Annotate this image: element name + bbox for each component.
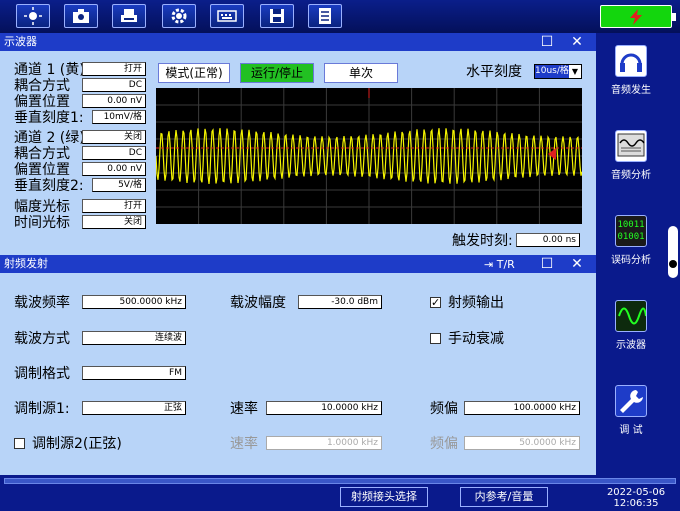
- dev1-field[interactable]: 100.0000 kHz: [464, 401, 580, 415]
- sidebar-item-audio-analysis[interactable]: 音频分析: [600, 130, 662, 181]
- coupling1-label: 耦合方式: [14, 78, 70, 94]
- rf-output-checkbox[interactable]: ✓: [430, 297, 441, 308]
- rf-output-label: 射频输出: [448, 295, 504, 311]
- sidebar-label-bit-error: 误码分析: [611, 255, 651, 266]
- amp-cursor-label: 幅度光标: [14, 199, 70, 215]
- vscale2-field[interactable]: 5V/格: [92, 178, 146, 192]
- dev1-label: 频偏: [430, 401, 458, 417]
- trigger-field[interactable]: 0.00 ns: [516, 233, 580, 247]
- offset1-field[interactable]: 0.00 nV: [82, 94, 146, 108]
- carrier-amp-label: 载波幅度: [230, 295, 286, 311]
- headphones-icon: [615, 45, 647, 77]
- tr-label: T/R: [496, 258, 515, 271]
- single-button[interactable]: 单次: [324, 63, 398, 83]
- oscilloscope-icon: [615, 300, 647, 332]
- mod-src1-label: 调制源1:: [14, 401, 70, 417]
- sidebar-item-bit-error[interactable]: 10011 01001 误码分析: [600, 215, 662, 266]
- sidebar-label-oscilloscope: 示波器: [616, 340, 646, 351]
- time-text: 12:06:35: [613, 498, 659, 509]
- vscale2-label: 垂直刻度2:: [14, 178, 84, 194]
- time-cursor-field[interactable]: 关闭: [82, 215, 146, 229]
- mode-button[interactable]: 模式(正常): [158, 63, 230, 83]
- mod-src2-checkbox[interactable]: [14, 438, 25, 449]
- chevron-down-icon[interactable]: ▼: [569, 65, 581, 78]
- rate1-field[interactable]: 10.0000 kHz: [266, 401, 382, 415]
- scope-display[interactable]: [155, 88, 583, 224]
- brightness-icon[interactable]: [16, 4, 50, 28]
- carrier-amp-field[interactable]: -30.0 dBm: [298, 295, 382, 309]
- rate2-label: 速率: [230, 436, 258, 452]
- offset1-label: 偏置位置: [14, 94, 70, 110]
- hscale-select[interactable]: 10us/格 ▼: [534, 64, 582, 79]
- date-text: 2022-05-06: [606, 487, 666, 498]
- mod-format-label: 调制格式: [14, 366, 70, 382]
- trigger-label: 触发时刻:: [452, 233, 513, 249]
- sidebar-label-audio-gen: 音频发生: [611, 85, 651, 96]
- carrier-freq-label: 载波频率: [14, 295, 70, 311]
- amp-cursor-field[interactable]: 打开: [82, 199, 146, 213]
- rf-transmit-panel: 射频发射 ⇥ T/R ☐ ✕ 载波频率 500.0000 kHz 载波幅度 -3…: [0, 255, 596, 475]
- settings-icon[interactable]: [162, 4, 196, 28]
- keyboard-icon[interactable]: [210, 4, 244, 28]
- close-icon[interactable]: ✕: [568, 33, 586, 51]
- sidebar-scroll-handle[interactable]: [668, 226, 678, 278]
- dev2-label: 频偏: [430, 436, 458, 452]
- tr-icon: ⇥: [484, 258, 497, 271]
- sidebar-item-audio-gen[interactable]: 音频发生: [600, 45, 662, 96]
- sidebar-item-oscilloscope[interactable]: 示波器: [600, 300, 662, 351]
- printer-icon[interactable]: [112, 4, 146, 28]
- carrier-freq-field[interactable]: 500.0000 kHz: [82, 295, 186, 309]
- run-stop-button[interactable]: 运行/停止: [240, 63, 314, 83]
- bit-error-icon: 10011 01001: [615, 215, 647, 247]
- close-icon[interactable]: ✕: [568, 255, 586, 273]
- panel-title-oscilloscope: 示波器: [0, 33, 596, 51]
- horizontal-scrollbar[interactable]: [4, 478, 676, 484]
- ref-volume-button[interactable]: 内参考/音量: [460, 487, 548, 507]
- maximize-icon[interactable]: ☐: [538, 33, 556, 51]
- carrier-mode-label: 载波方式: [14, 331, 70, 347]
- scroll-dot: [669, 260, 677, 268]
- oscilloscope-panel: 示波器 ☐ ✕ 通道 1 (黄): 打开 耦合方式 DC 偏置位置 0.00 n…: [0, 33, 596, 255]
- tr-toggle[interactable]: ⇥ T/R: [484, 258, 515, 271]
- ch2-state-field[interactable]: 关闭: [82, 130, 146, 144]
- sidebar-label-audio-analysis: 音频分析: [611, 170, 651, 181]
- mod-src2-label: 调制源2(正弦): [32, 436, 122, 452]
- coupling1-field[interactable]: DC: [82, 78, 146, 92]
- dev2-field: 50.0000 kHz: [464, 436, 580, 450]
- save-icon[interactable]: [260, 4, 294, 28]
- sidebar-label-debug: 调 试: [619, 425, 643, 436]
- coupling2-field[interactable]: DC: [82, 146, 146, 160]
- carrier-mode-field[interactable]: 连续波: [82, 331, 186, 345]
- rf-connector-button[interactable]: 射频接头选择: [340, 487, 428, 507]
- wrench-icon: [615, 385, 647, 417]
- manual-atten-label: 手动衰减: [448, 331, 504, 347]
- vscale1-field[interactable]: 10mV/格: [92, 110, 146, 124]
- rate2-field: 1.0000 kHz: [266, 436, 382, 450]
- battery-charging-indicator: [600, 5, 676, 28]
- manual-atten-checkbox[interactable]: [430, 333, 441, 344]
- time-cursor-label: 时间光标: [14, 215, 70, 231]
- rate1-label: 速率: [230, 401, 258, 417]
- charging-icon: [630, 8, 642, 25]
- notes-icon[interactable]: [308, 4, 342, 28]
- mod-format-field[interactable]: FM: [82, 366, 186, 380]
- offset2-field[interactable]: 0.00 nV: [82, 162, 146, 176]
- ch2-label: 通道 2 (绿):: [14, 130, 90, 146]
- sidebar-item-debug[interactable]: 调 试: [600, 385, 662, 436]
- coupling2-label: 耦合方式: [14, 146, 70, 162]
- offset2-label: 偏置位置: [14, 162, 70, 178]
- hscale-label: 水平刻度: [466, 64, 522, 80]
- waveform-plot: [155, 88, 583, 224]
- bottom-bar: 射频接头选择 内参考/音量 2022-05-06 12:06:35: [0, 475, 680, 511]
- mod-src1-field[interactable]: 正弦: [82, 401, 186, 415]
- clock: 2022-05-06 12:06:35: [604, 487, 668, 509]
- top-toolbar: [0, 0, 680, 33]
- vscale1-label: 垂直刻度1:: [14, 110, 84, 126]
- ch1-state-field[interactable]: 打开: [82, 62, 146, 76]
- maximize-icon[interactable]: ☐: [538, 255, 556, 273]
- hscale-value: 10us/格: [535, 65, 569, 78]
- audio-analysis-icon: [615, 130, 647, 162]
- ch1-label: 通道 1 (黄):: [14, 62, 90, 78]
- camera-icon[interactable]: [64, 4, 98, 28]
